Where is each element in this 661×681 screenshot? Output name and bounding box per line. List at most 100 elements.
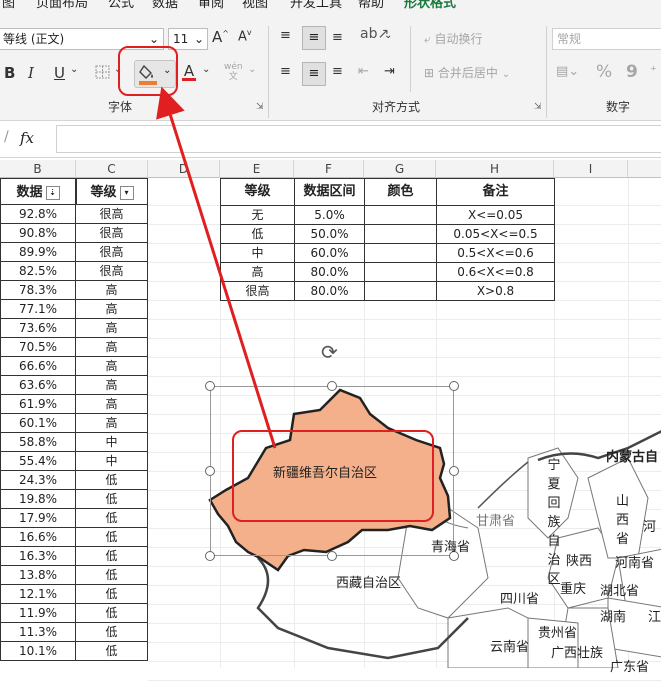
cell-level-value[interactable]: 高 (76, 357, 148, 376)
font-color-button[interactable]: A (182, 62, 196, 81)
cell-data-value[interactable]: 16.6% (0, 528, 76, 547)
column-header-g[interactable]: G (364, 160, 436, 178)
cell-level-value[interactable]: 低 (76, 623, 148, 642)
fx-button[interactable]: fx (20, 129, 34, 147)
resize-handle-ne[interactable] (449, 381, 459, 391)
chevron-down-icon[interactable]: ⌄ (70, 64, 78, 75)
align-bottom-icon[interactable]: ≡ (332, 30, 343, 45)
cell-level-value[interactable]: 低 (76, 604, 148, 623)
increase-indent-icon[interactable]: ⇥ (384, 64, 395, 79)
formula-input[interactable] (56, 125, 661, 153)
cell-data-value[interactable]: 60.1% (0, 414, 76, 433)
cell-level-value[interactable]: 低 (76, 528, 148, 547)
decrease-font-button[interactable]: Av (238, 28, 252, 44)
cell-data-value[interactable]: 82.5% (0, 262, 76, 281)
align-right-icon[interactable]: ≡ (332, 64, 343, 79)
cell-level-value[interactable]: 中 (76, 433, 148, 452)
cell-level-value[interactable]: 高 (76, 414, 148, 433)
chevron-down-icon[interactable]: ⌄ (248, 64, 256, 75)
cell-data-value[interactable]: 12.1% (0, 585, 76, 604)
column-header-j[interactable] (628, 160, 661, 178)
resize-handle-nw[interactable] (205, 381, 215, 391)
cell-level-value[interactable]: 低 (76, 509, 148, 528)
align-middle-icon[interactable]: ≡ (302, 26, 326, 50)
cell-level-value[interactable]: 高 (76, 376, 148, 395)
cell-level-value[interactable]: 高 (76, 281, 148, 300)
cell-level-value[interactable]: 低 (76, 642, 148, 661)
decrease-indent-icon[interactable]: ⇤ (358, 64, 369, 79)
cell-data-value[interactable]: 10.1% (0, 642, 76, 661)
cell-level-value[interactable]: 高 (76, 395, 148, 414)
cell-level-value[interactable]: 高 (76, 319, 148, 338)
cell-data-value[interactable]: 16.3% (0, 547, 76, 566)
cell-level-value[interactable]: 低 (76, 585, 148, 604)
number-format-select[interactable]: 常规 (552, 28, 661, 50)
chevron-down-icon[interactable]: ⌄ (202, 64, 210, 75)
cell-data-value[interactable]: 13.8% (0, 566, 76, 585)
cell-level-value[interactable]: 低 (76, 566, 148, 585)
column-header-h[interactable]: H (436, 160, 554, 178)
cell-data-value[interactable]: 61.9% (0, 395, 76, 414)
cell-data-value[interactable]: 92.8% (0, 205, 76, 224)
dialog-launcher-icon[interactable]: ⇲ (256, 102, 264, 112)
cell-data-value[interactable]: 90.8% (0, 224, 76, 243)
cell-level-value[interactable]: 低 (76, 547, 148, 566)
column-header-c[interactable]: C (76, 160, 148, 178)
cell-data-value[interactable]: 63.6% (0, 376, 76, 395)
font-size-select[interactable]: 11 ⌄ (168, 28, 208, 50)
column-header-e[interactable]: E (220, 160, 294, 178)
bold-button[interactable]: B (4, 64, 15, 82)
column-header-b[interactable]: B (0, 160, 76, 178)
header-data[interactable]: 数据 ⇣ (0, 178, 76, 205)
column-header-f[interactable]: F (294, 160, 364, 178)
underline-button[interactable]: U (54, 64, 65, 82)
resize-handle-e[interactable] (449, 466, 459, 476)
cell-data-value[interactable]: 24.3% (0, 471, 76, 490)
cell-level-value[interactable]: 很高 (76, 262, 148, 281)
cell-data-value[interactable]: 11.3% (0, 623, 76, 642)
dialog-launcher-icon[interactable]: ⇲ (534, 102, 542, 112)
cell-data-value[interactable]: 89.9% (0, 243, 76, 262)
italic-button[interactable]: I (28, 64, 34, 82)
cell-level-value[interactable]: 很高 (76, 205, 148, 224)
filter-icon[interactable]: ▾ (119, 185, 134, 200)
cell-level-value[interactable]: 低 (76, 471, 148, 490)
resize-handle-w[interactable] (205, 466, 215, 476)
merge-center-button[interactable]: ⊞ 合并后居中 ⌄ (424, 64, 510, 81)
increase-font-button[interactable]: A^ (212, 28, 229, 46)
cell-level-value[interactable]: 很高 (76, 224, 148, 243)
phonetic-button[interactable]: wén 文 (224, 62, 243, 82)
rotate-handle-icon[interactable]: ⟳ (321, 340, 338, 364)
chevron-down-icon[interactable]: ⌄ (384, 30, 392, 41)
cell-data-value[interactable]: 17.9% (0, 509, 76, 528)
percent-button[interactable]: % (596, 62, 612, 82)
cell-data-value[interactable]: 55.4% (0, 452, 76, 471)
column-header-i[interactable]: I (554, 160, 628, 178)
cell-level-value[interactable]: 高 (76, 338, 148, 357)
resize-handle-sw[interactable] (205, 551, 215, 561)
cell-level-value[interactable]: 高 (76, 300, 148, 319)
header-level[interactable]: 等级 ▾ (76, 178, 148, 205)
align-center-icon[interactable]: ≡ (302, 62, 326, 86)
cell-level-value[interactable]: 中 (76, 452, 148, 471)
cell-level-value[interactable]: 很高 (76, 243, 148, 262)
cell-data-value[interactable]: 70.5% (0, 338, 76, 357)
cell-data-value[interactable]: 78.3% (0, 281, 76, 300)
column-header-d[interactable]: D (148, 160, 220, 178)
resize-handle-s[interactable] (327, 551, 337, 561)
align-top-icon[interactable]: ≡ (280, 28, 291, 43)
cell-data-value[interactable]: 19.8% (0, 490, 76, 509)
comma-button[interactable]: 9 (626, 62, 638, 82)
accounting-format-icon[interactable]: ▤⌄ (556, 64, 579, 79)
border-button[interactable] (94, 64, 112, 84)
cell-data-value[interactable]: 66.6% (0, 357, 76, 376)
cell-level-value[interactable]: 低 (76, 490, 148, 509)
filter-icon[interactable]: ⇣ (45, 185, 60, 200)
resize-handle-n[interactable] (327, 381, 337, 391)
cell-data-value[interactable]: 73.6% (0, 319, 76, 338)
wrap-text-button[interactable]: ⤶ 自动换行 (424, 30, 483, 47)
increase-decimal-icon[interactable]: ⁺ (650, 64, 657, 79)
cell-data-value[interactable]: 77.1% (0, 300, 76, 319)
align-left-icon[interactable]: ≡ (280, 64, 291, 79)
cell-data-value[interactable]: 11.9% (0, 604, 76, 623)
